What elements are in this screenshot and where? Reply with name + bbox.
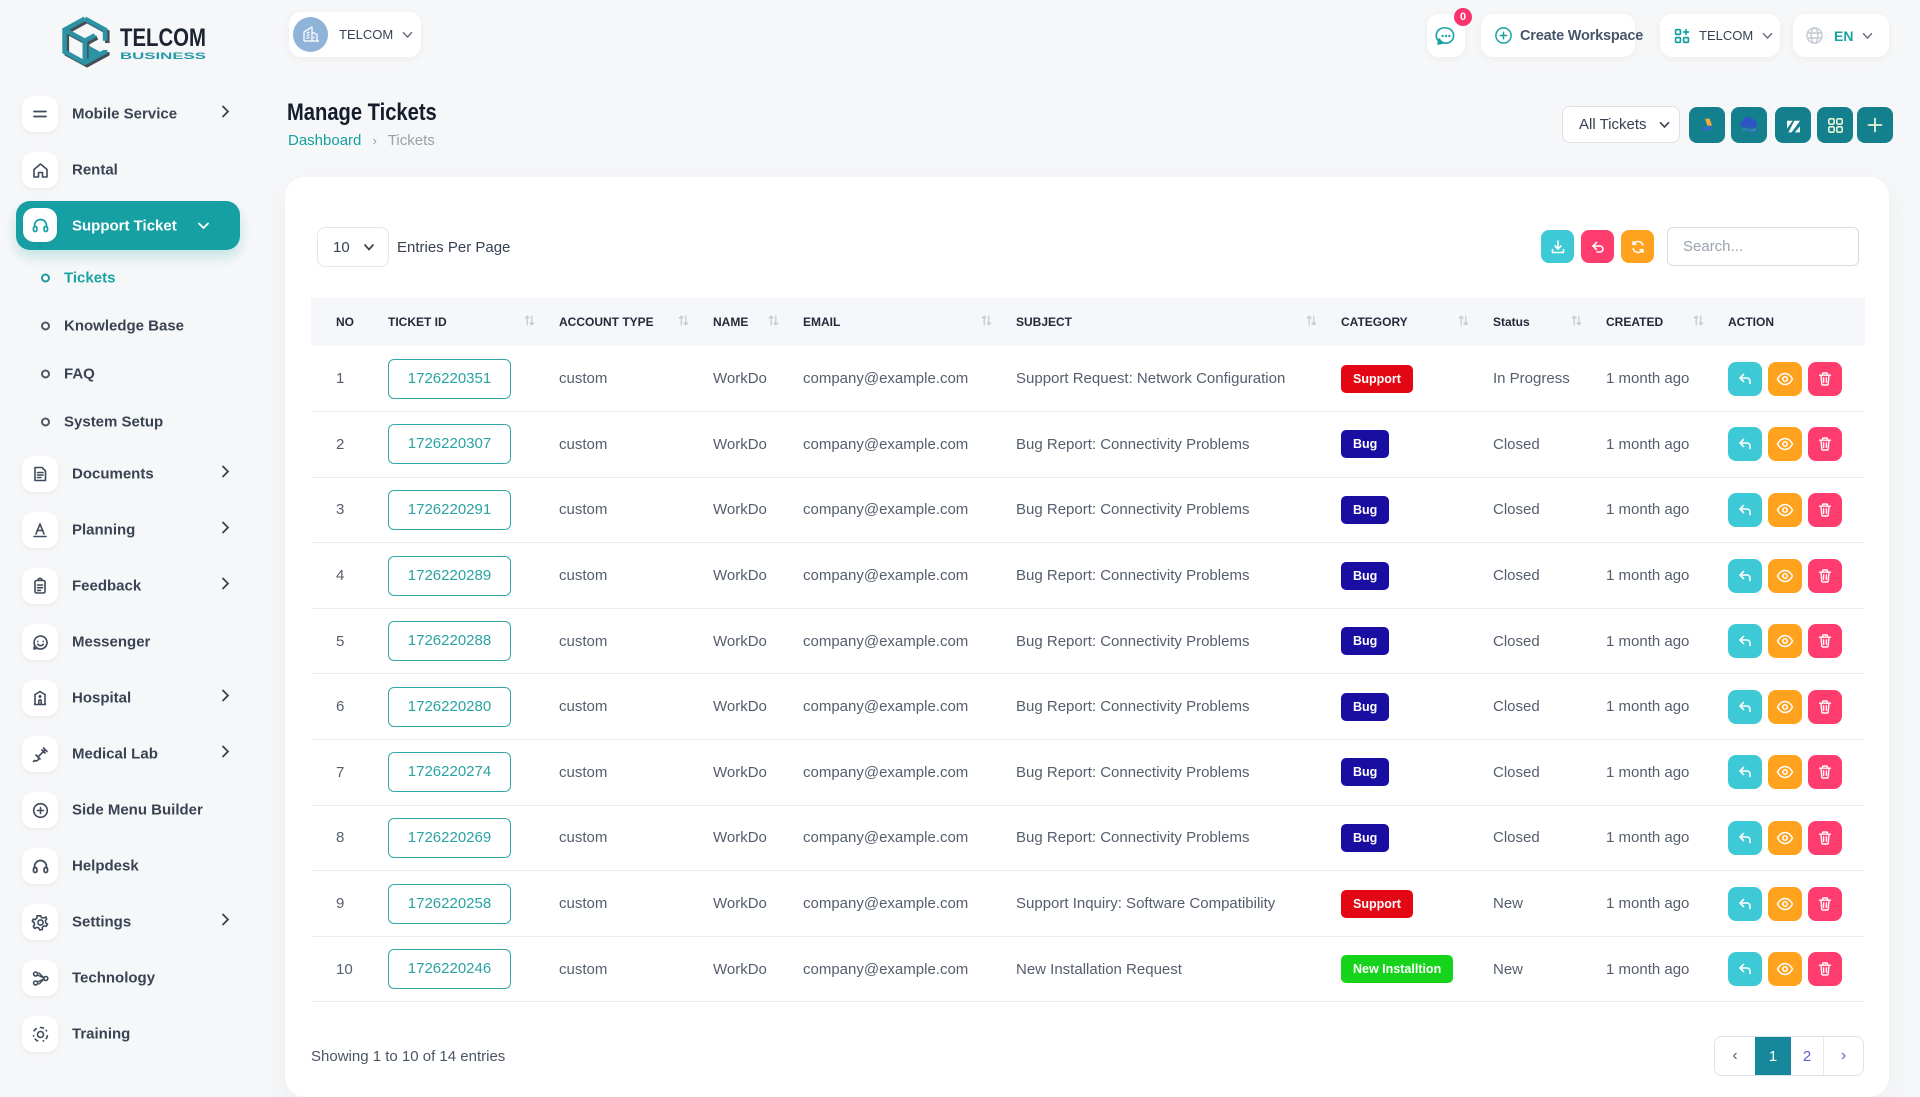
svg-text:TELCOM: TELCOM xyxy=(120,24,206,52)
svg-text:BUSINESS: BUSINESS xyxy=(120,51,206,62)
